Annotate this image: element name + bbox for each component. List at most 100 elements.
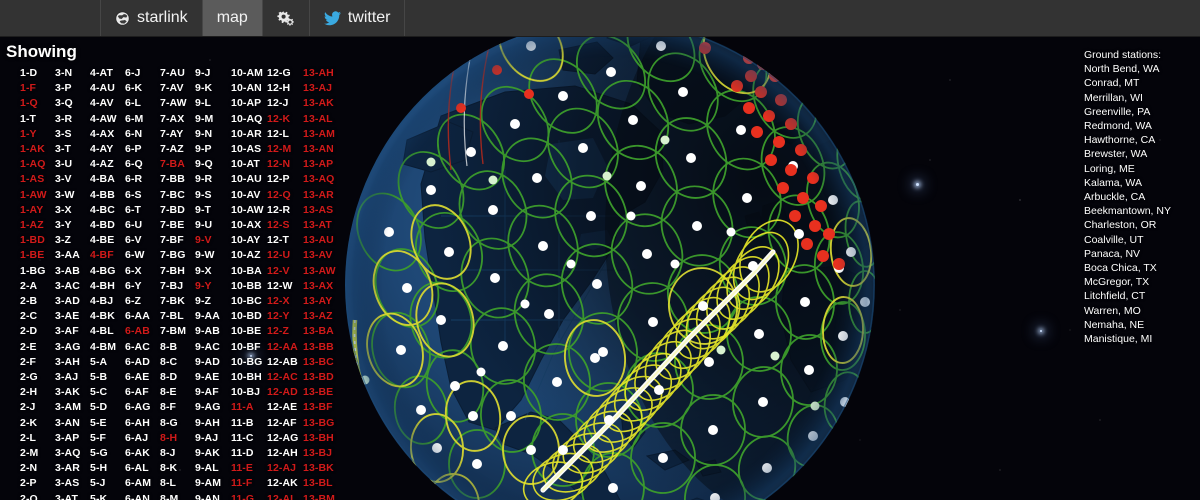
satellite-item[interactable]: 1-AQ [20,157,55,172]
satellite-item[interactable]: 6-J [125,66,160,81]
satellite-item[interactable]: 13-AK [303,96,339,111]
satellite-item[interactable]: 9-AH [195,416,231,431]
satellite-item[interactable]: 6-AJ [125,431,160,446]
ground-station-item[interactable]: Conrad, MT [1084,76,1194,90]
satellite-item[interactable]: 10-BC [231,294,267,309]
satellite-item[interactable]: 7-AZ [160,142,195,157]
satellite-item[interactable]: 1-Y [20,127,55,142]
satellite-item[interactable]: 8-K [160,461,195,476]
satellite-item[interactable]: 3-Z [55,233,90,248]
satellite-item[interactable]: 13-AH [303,66,339,81]
satellite-item[interactable]: 7-BB [160,172,195,187]
satellite-item[interactable]: 2-J [20,400,55,415]
satellite-item[interactable]: 3-N [55,66,90,81]
satellite-item[interactable]: 13-AW [303,264,339,279]
satellite-item[interactable]: 9-M [195,112,231,127]
satellite-item[interactable]: 13-BB [303,340,339,355]
satellite-item[interactable]: 8-L [160,476,195,491]
satellite-item[interactable]: 13-BC [303,355,339,370]
satellite-item[interactable]: 12-T [267,233,303,248]
satellite-item[interactable]: 13-BJ [303,446,339,461]
satellite-item[interactable]: 7-BA [160,157,195,172]
satellite-item[interactable]: 4-BM [90,340,125,355]
ground-station-item[interactable]: Merrillan, WI [1084,91,1194,105]
satellite-item[interactable]: 3-AD [55,294,90,309]
satellite-item[interactable]: 1-AK [20,142,55,157]
satellite-item[interactable]: 10-AY [231,233,267,248]
nav-item-map[interactable]: map [202,0,263,36]
satellite-item[interactable]: 4-AU [90,81,125,96]
satellite-item[interactable]: 11-F [231,476,267,491]
satellite-item[interactable]: 9-V [195,233,231,248]
satellite-item[interactable]: 5-G [90,446,125,461]
satellite-item[interactable]: 6-V [125,233,160,248]
satellite-item[interactable]: 9-Q [195,157,231,172]
satellite-item[interactable]: 2-F [20,355,55,370]
satellite-item[interactable]: 10-AS [231,142,267,157]
satellite-item[interactable]: 6-Q [125,157,160,172]
satellite-item[interactable]: 3-AP [55,431,90,446]
satellite-item[interactable]: 12-AK [267,476,303,491]
satellite-item[interactable]: 9-AE [195,370,231,385]
satellite-item[interactable]: 1-AS [20,172,55,187]
satellite-item[interactable]: 9-AN [195,492,231,500]
satellite-item[interactable]: 4-BC [90,203,125,218]
satellite-item[interactable]: 9-AM [195,476,231,491]
ground-station-item[interactable]: Charleston, OR [1084,218,1194,232]
satellite-item[interactable]: 6-Y [125,279,160,294]
satellite-item[interactable]: 7-BE [160,218,195,233]
satellite-item[interactable]: 3-AB [55,264,90,279]
satellite-item[interactable]: 11-C [231,431,267,446]
satellite-item[interactable]: 4-AY [90,142,125,157]
satellite-item[interactable]: 1-AZ [20,218,55,233]
ground-station-item[interactable]: Warren, MO [1084,304,1194,318]
satellite-item[interactable]: 3-AH [55,355,90,370]
satellite-item[interactable]: 9-AG [195,400,231,415]
ground-station-item[interactable]: North Bend, WA [1084,62,1194,76]
satellite-item[interactable]: 10-AV [231,188,267,203]
satellite-item[interactable]: 3-AC [55,279,90,294]
satellite-item[interactable]: 12-K [267,112,303,127]
satellite-item[interactable]: 8-G [160,416,195,431]
satellite-item[interactable]: 5-F [90,431,125,446]
satellite-item[interactable]: 13-BF [303,400,339,415]
satellite-item[interactable]: 4-AV [90,96,125,111]
ground-station-item[interactable]: Kalama, WA [1084,176,1194,190]
satellite-item[interactable]: 10-AU [231,172,267,187]
satellite-item[interactable]: 4-AZ [90,157,125,172]
satellite-item[interactable]: 4-BJ [90,294,125,309]
satellite-item[interactable]: 9-AC [195,340,231,355]
satellite-item[interactable]: 5-K [90,492,125,500]
satellite-item[interactable]: 13-AP [303,157,339,172]
satellite-item[interactable]: 6-S [125,188,160,203]
ground-station-item[interactable]: Greenville, PA [1084,105,1194,119]
satellite-item[interactable]: 1-Q [20,96,55,111]
ground-station-item[interactable]: Nemaha, NE [1084,318,1194,332]
satellite-item[interactable]: 13-AT [303,218,339,233]
ground-station-item[interactable]: Brewster, WA [1084,147,1194,161]
satellite-item[interactable]: 9-T [195,203,231,218]
satellite-item[interactable]: 10-AM [231,66,267,81]
satellite-item[interactable]: 2-A [20,279,55,294]
satellite-item[interactable]: 2-Q [20,492,55,500]
satellite-item[interactable]: 6-AE [125,370,160,385]
satellite-item[interactable]: 9-AJ [195,431,231,446]
satellite-item[interactable]: 10-AR [231,127,267,142]
satellite-item[interactable]: 9-J [195,66,231,81]
satellite-item[interactable]: 7-AU [160,66,195,81]
satellite-item[interactable]: 13-BH [303,431,339,446]
ground-station-item[interactable]: Arbuckle, CA [1084,190,1194,204]
satellite-item[interactable]: 12-J [267,96,303,111]
satellite-item[interactable]: 4-BA [90,172,125,187]
globe-visualization[interactable] [345,20,875,500]
satellite-item[interactable]: 6-AM [125,476,160,491]
satellite-item[interactable]: 10-BD [231,309,267,324]
satellite-item[interactable]: 3-AF [55,324,90,339]
nav-item-settings[interactable] [263,0,310,36]
satellite-item[interactable]: 13-AQ [303,172,339,187]
satellite-item[interactable]: 3-AJ [55,370,90,385]
satellite-item[interactable]: 1-BE [20,248,55,263]
satellite-item[interactable]: 7-BM [160,324,195,339]
satellite-item[interactable]: 3-X [55,203,90,218]
satellite-item[interactable]: 10-BF [231,340,267,355]
